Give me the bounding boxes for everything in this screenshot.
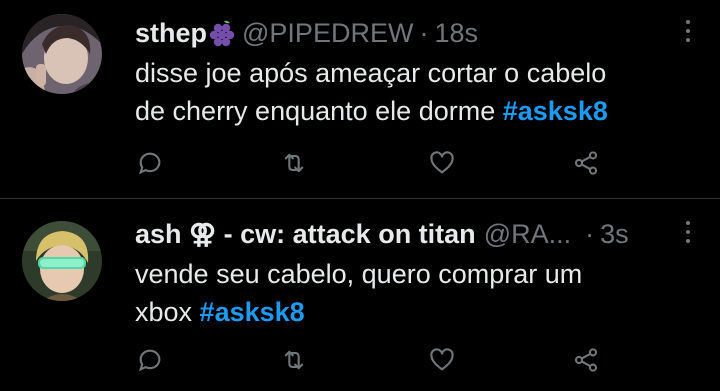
reply-icon[interactable] xyxy=(135,345,165,375)
display-name[interactable]: ash ⚢ - cw: attack on titan xyxy=(135,217,476,251)
tweet-text-line: disse joe após ameaçar cortar o cabelo xyxy=(135,58,607,88)
grapes-emoji xyxy=(208,18,238,48)
avatar[interactable] xyxy=(22,221,102,301)
like-icon[interactable] xyxy=(427,148,457,178)
like-icon[interactable] xyxy=(427,345,457,375)
tweet-text-line: de cherry enquanto ele dorme xyxy=(135,96,503,126)
timestamp[interactable]: 18s xyxy=(434,16,478,50)
tweet-text-line-2: de cherry enquanto ele dorme #asksk8 xyxy=(135,92,690,130)
separator-dot: · xyxy=(585,219,595,249)
hashtag-link[interactable]: #asksk8 xyxy=(503,96,608,126)
more-options-icon[interactable] xyxy=(684,221,692,243)
handle[interactable]: @RA... xyxy=(484,217,571,251)
reply-icon[interactable] xyxy=(135,148,165,178)
retweet-icon[interactable] xyxy=(279,148,309,178)
tweet[interactable]: sthep @PIPEDREW · 18s disse joe após ame… xyxy=(0,0,720,198)
share-icon[interactable] xyxy=(571,148,601,178)
handle[interactable]: @PIPEDREW xyxy=(242,16,413,50)
display-name[interactable]: sthep xyxy=(135,16,207,50)
retweet-icon[interactable] xyxy=(279,345,309,375)
tweet-header: ash ⚢ - cw: attack on titan @RA... · 3s xyxy=(135,217,680,251)
tweet-text-line: vende seu cabelo, quero comprar um xyxy=(135,259,583,289)
tweet-actions xyxy=(135,148,605,178)
share-icon[interactable] xyxy=(571,345,601,375)
tweet-actions xyxy=(135,345,605,375)
separator-dot: · xyxy=(419,18,429,48)
tweet-text: disse joe após ameaçar cortar o cabelo d… xyxy=(135,54,690,130)
hashtag-link[interactable]: #asksk8 xyxy=(200,297,305,327)
timestamp[interactable]: 3s xyxy=(600,217,629,251)
tweet-text-line: xbox xyxy=(135,297,200,327)
tweet-header: sthep @PIPEDREW · 18s xyxy=(135,16,680,50)
tweet[interactable]: ash ⚢ - cw: attack on titan @RA... · 3s … xyxy=(0,199,720,391)
tweet-text: vende seu cabelo, quero comprar um xbox … xyxy=(135,255,690,331)
more-options-icon[interactable] xyxy=(684,20,692,42)
avatar[interactable] xyxy=(22,14,102,94)
tweet-text-line-2: xbox #asksk8 xyxy=(135,293,690,331)
